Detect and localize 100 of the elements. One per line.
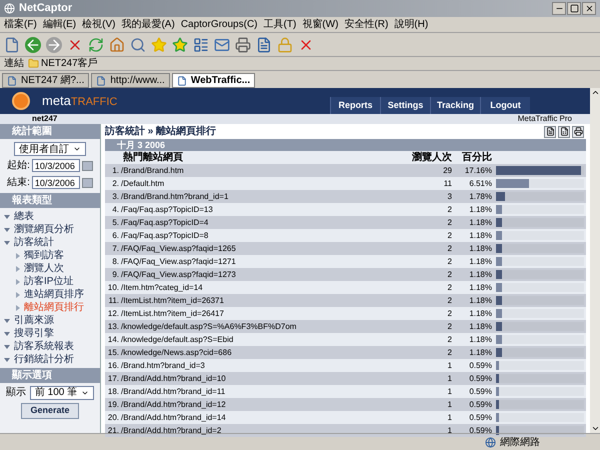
menu-item[interactable]: 說明(H) xyxy=(394,17,428,32)
scroll-up-icon[interactable] xyxy=(590,88,600,97)
window-title: NetCaptor xyxy=(19,1,74,16)
report-link[interactable]: 離站網頁排行 xyxy=(24,300,84,315)
rank-cell-text: 7. xyxy=(111,242,120,254)
menu-item[interactable]: 檢視(V) xyxy=(82,17,116,32)
menu-item[interactable]: 安全性(R) xyxy=(344,17,388,32)
report-link[interactable]: 瀏覽人次 xyxy=(24,261,64,276)
percent-cell-text: 1.18% xyxy=(468,334,492,346)
count-cell-text: 1 xyxy=(446,398,452,410)
back-icon[interactable] xyxy=(25,36,41,52)
report-link[interactable]: 引薦來源 xyxy=(14,313,54,328)
count-cell-text: 1 xyxy=(446,386,452,398)
menu-item[interactable]: 檔案(F) xyxy=(4,17,37,32)
calendar-icon[interactable] xyxy=(82,160,93,170)
date-field[interactable]: 10/3/2006 xyxy=(32,176,80,189)
link-folder[interactable]: NET247客戶 xyxy=(28,56,98,71)
nav-tab[interactable]: Settings xyxy=(380,97,430,114)
browser-tab[interactable]: WebTraffic... xyxy=(172,73,256,88)
count-cell-text: 2 xyxy=(446,282,452,294)
printer-icon[interactable] xyxy=(235,36,251,52)
rank-cell-text: 2. xyxy=(111,178,120,190)
rank-cell-text: 13. xyxy=(106,320,120,332)
forward-icon[interactable] xyxy=(46,36,62,52)
percent-cell-text: 6.51% xyxy=(468,178,492,190)
scroll-down-icon[interactable] xyxy=(590,424,600,433)
triangle-icon xyxy=(4,240,10,244)
page-cell-text: /Faq/Faq.asp?TopicID=8 xyxy=(121,230,210,242)
count-cell-text: 29 xyxy=(442,164,452,176)
menu-item[interactable]: 工具(T) xyxy=(264,17,296,32)
report-link[interactable]: 總表 xyxy=(14,209,34,224)
count-cell-text: 1 xyxy=(446,412,452,424)
minimize-button[interactable] xyxy=(552,2,566,15)
count-select[interactable]: 前 100 筆 xyxy=(30,386,94,400)
close-button[interactable] xyxy=(582,2,596,15)
browser-tab[interactable]: NET247 網?... xyxy=(2,73,90,88)
date-field[interactable]: 10/3/2006 xyxy=(32,159,80,172)
count-cell-text: 2 xyxy=(446,346,452,358)
menu-item[interactable]: 編輯(E) xyxy=(42,17,76,32)
report-link[interactable]: 進站網頁排序 xyxy=(24,287,84,302)
star-icon[interactable] xyxy=(172,36,188,52)
nav-tab[interactable]: Tracking xyxy=(430,97,480,114)
report-link[interactable]: 搜尋引擎 xyxy=(14,326,54,341)
report-link[interactable]: 訪客IP位址 xyxy=(24,274,74,289)
rank-cell-text: 12. xyxy=(106,308,120,320)
rank-cell-text: 4. xyxy=(111,204,120,216)
nav-tab[interactable]: Logout xyxy=(480,97,530,114)
report-link[interactable]: 訪客系統報表 xyxy=(14,339,74,354)
rank-cell-text: 21. xyxy=(106,424,120,436)
page-icon[interactable] xyxy=(256,36,272,52)
percent-cell-text: 1.18% xyxy=(468,204,492,216)
date-label: 結束: xyxy=(7,176,30,190)
rank-cell-text: 1. xyxy=(111,164,120,176)
search-icon[interactable] xyxy=(130,36,146,52)
page-cell-text: /knowledge/default.asp?S=Ebid xyxy=(121,334,234,346)
report-link[interactable]: 行銷統計分析 xyxy=(14,352,74,367)
percent-cell-text: 0.59% xyxy=(468,398,492,410)
range-select[interactable]: 使用者自訂 xyxy=(14,142,86,156)
percent-cell-text: 1.18% xyxy=(468,308,492,320)
print-icon[interactable] xyxy=(572,126,584,138)
count-cell-text: 1 xyxy=(446,372,452,384)
export-page-icon[interactable] xyxy=(544,126,556,138)
nav-tab[interactable]: Reports xyxy=(330,97,380,114)
menu-item[interactable]: 我的最愛(A) xyxy=(121,17,175,32)
calendar-icon[interactable] xyxy=(82,178,93,188)
report-link[interactable]: 瀏覽網頁分析 xyxy=(14,222,74,237)
maximize-button[interactable] xyxy=(567,2,581,15)
breadcrumb: 訪客統計 » 離站網頁排行 xyxy=(105,124,216,139)
menu-item[interactable]: 視窗(W) xyxy=(302,17,338,32)
mail-icon[interactable] xyxy=(214,36,230,52)
triangle-icon xyxy=(16,266,20,272)
new-page-icon[interactable] xyxy=(4,36,20,52)
count-cell-text: 2 xyxy=(446,256,452,268)
browser-tab[interactable]: http://www... xyxy=(91,73,170,88)
percent-cell-text: 0.59% xyxy=(468,386,492,398)
generate-button[interactable]: Generate xyxy=(21,403,79,419)
history-icon[interactable] xyxy=(193,36,209,52)
rank-cell-text: 15. xyxy=(106,346,120,358)
home-icon[interactable] xyxy=(109,36,125,52)
menu-item[interactable]: CaptorGroups(C) xyxy=(180,17,258,32)
page-cell-text: /ItemList.htm?item_id=26417 xyxy=(121,308,225,320)
count-cell-text: 2 xyxy=(446,320,452,332)
triangle-icon xyxy=(4,214,10,218)
report-link[interactable]: 訪客統計 xyxy=(14,235,54,250)
page-cell-text: /Brand.htm?brand_id=3 xyxy=(121,360,206,372)
scrollbar[interactable] xyxy=(590,88,600,433)
report-link[interactable]: 獨到訪客 xyxy=(24,248,64,263)
star-icon[interactable] xyxy=(151,36,167,52)
rank-cell-text: 16. xyxy=(106,360,120,372)
page-cell-text: /Brand/Add.htm?brand_id=10 xyxy=(121,372,227,384)
page-cell-text: /Brand/Add.htm?brand_id=12 xyxy=(121,398,227,410)
section-header: 報表類型 xyxy=(0,193,100,208)
page-cell-text: /knowledge/default.asp?S=%A6%F3%BF%D7om xyxy=(121,320,298,332)
status-zone: 網際網路 xyxy=(485,434,540,450)
export-sheet-icon[interactable] xyxy=(558,126,570,138)
refresh-icon[interactable] xyxy=(88,36,104,52)
percent-cell-text: 0.59% xyxy=(468,412,492,424)
rank-cell-text: 9. xyxy=(111,268,120,280)
count-cell-text: 2 xyxy=(446,216,452,228)
count-cell-text: 3 xyxy=(446,190,452,202)
